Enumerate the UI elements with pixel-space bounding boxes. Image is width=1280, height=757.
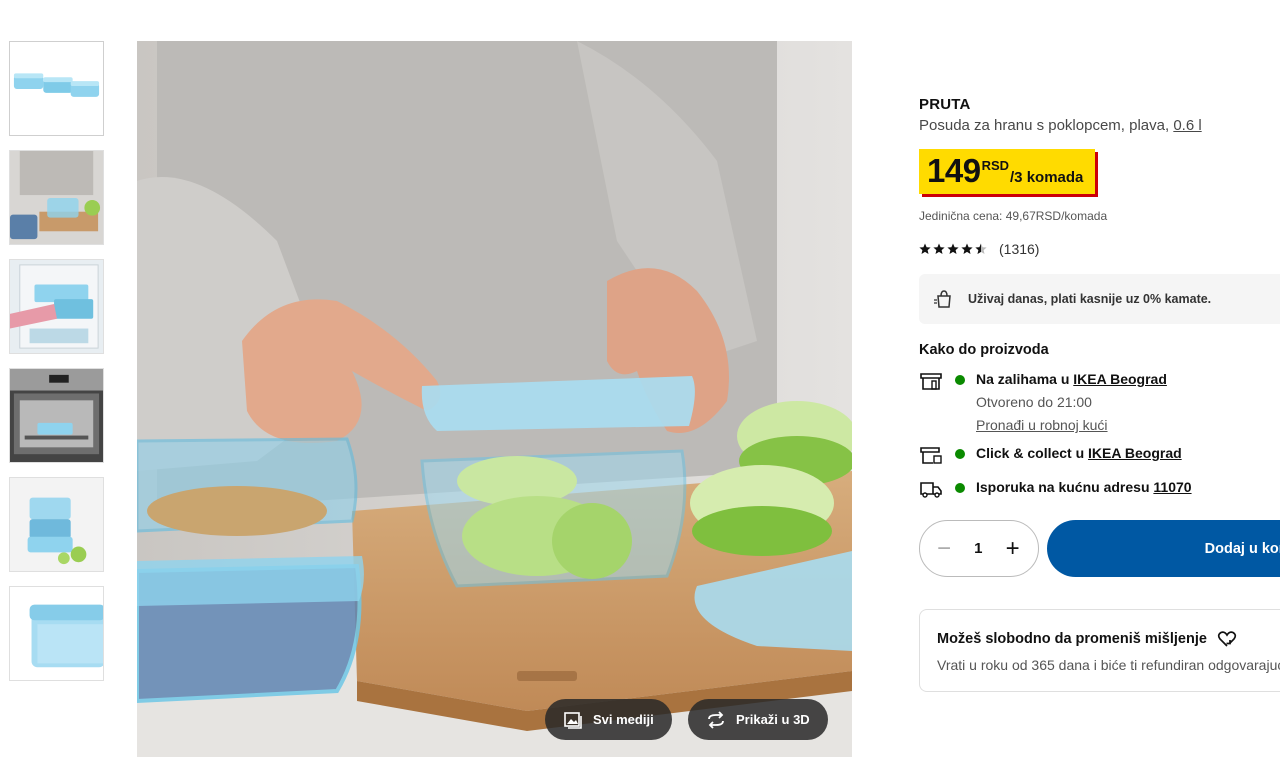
star-full-icon (961, 243, 973, 254)
product-main-image[interactable]: Svi mediji Prikaži u 3D (137, 41, 852, 757)
decrease-quantity-button[interactable]: − (937, 536, 951, 561)
thumbnail-product-4[interactable] (9, 368, 104, 463)
stock-status-dot (955, 375, 965, 385)
all-media-button[interactable]: Svi mediji (545, 699, 672, 740)
shopping-bag-icon (934, 290, 951, 308)
delivery-text: Isporuka na kućnu adresu 11070 (976, 479, 1192, 495)
delivery-prefix: Isporuka na kućnu adresu (976, 479, 1154, 495)
gallery-icon (564, 711, 582, 729)
store-icon (920, 373, 942, 390)
thumbnail-product-3[interactable] (9, 259, 104, 354)
product-page: Svi mediji Prikaži u 3D PRUTA Posuda za … (0, 0, 1280, 757)
collect-text: Click & collect u IKEA Beograd (976, 445, 1182, 461)
click-collect-icon (920, 447, 942, 464)
increase-quantity-button[interactable]: + (1006, 536, 1020, 561)
availability-title: Kako do proizvoda (919, 342, 1049, 358)
stock-prefix: Na zalihama u (976, 371, 1074, 387)
star-half-icon (975, 243, 987, 254)
collect-prefix: Click & collect u (976, 445, 1089, 461)
star-full-icon (933, 243, 945, 254)
delivery-zip-link[interactable]: 11070 (1153, 479, 1191, 495)
all-media-label: Svi mediji (593, 712, 654, 727)
price-unit: /3 komada (1010, 169, 1084, 186)
policy-title: Možeš slobodno da promeniš mišljenje (937, 631, 1207, 647)
store-hours: Otvoreno do 21:00 (976, 394, 1092, 410)
delivery-truck-icon (920, 482, 942, 498)
price-value: 149 (927, 152, 981, 189)
payment-promo-banner[interactable]: Uživaj danas, plati kasnije uz 0% kamate… (919, 274, 1280, 324)
thumbnail-product-2[interactable] (9, 150, 104, 245)
product-description: Posuda za hranu s poklopcem, plava, 0.6 … (919, 117, 1280, 134)
collect-store-link[interactable]: IKEA Beograd (1088, 445, 1182, 461)
stock-text: Na zalihama u IKEA Beograd (976, 371, 1167, 387)
quantity-value[interactable]: 1 (974, 540, 982, 557)
collect-status-dot (955, 449, 965, 459)
price-tag: 149 RSD /3 komada (919, 149, 1096, 194)
thumbnail-product-5[interactable] (9, 477, 104, 572)
policy-title-row: Možeš slobodno da promeniš mišljenje (937, 630, 1280, 648)
delivery-row: Isporuka na kućnu adresu 11070 (919, 479, 1280, 499)
purchase-controls: − 1 + Dodaj u korpu (919, 520, 1280, 577)
product-name: PRUTA (919, 96, 971, 113)
star-full-icon (919, 243, 931, 254)
thumbnail-product-6[interactable] (9, 586, 104, 681)
quantity-stepper: − 1 + (919, 520, 1039, 577)
product-size-link[interactable]: 0.6 l (1173, 117, 1201, 134)
view-3d-button[interactable]: Prikaži u 3D (688, 699, 828, 740)
policy-text: Vrati u roku od 365 dana i biće ti refun… (937, 657, 1280, 673)
store-stock-row: Na zalihama u IKEA Beograd (919, 371, 1280, 391)
price-currency: RSD (981, 158, 1010, 173)
view-3d-label: Prikaži u 3D (736, 712, 810, 727)
find-in-store-link[interactable]: Pronađi u robnoj kući (976, 417, 1280, 433)
star-full-icon (947, 243, 959, 254)
add-to-cart-label: Dodaj u korpu (1204, 540, 1280, 557)
add-to-cart-button[interactable]: Dodaj u korpu (1046, 520, 1280, 577)
unit-price: Jedinična cena: 49,67RSD/komada (919, 209, 1108, 223)
click-collect-row: Click & collect u IKEA Beograd (919, 445, 1280, 465)
stock-store-link[interactable]: IKEA Beograd (1073, 371, 1167, 387)
delivery-status-dot (955, 483, 965, 493)
product-info-panel: PRUTA Posuda za hranu s poklopcem, plava… (919, 96, 1280, 692)
rotate-3d-icon (708, 710, 724, 729)
thumbnail-list (9, 41, 105, 695)
heart-return-icon (1217, 631, 1237, 647)
promo-text: Uživaj danas, plati kasnije uz 0% kamate… (968, 292, 1212, 306)
product-description-text: Posuda za hranu s poklopcem, plava, (919, 117, 1170, 134)
thumbnail-product-1[interactable] (9, 41, 104, 136)
return-policy-card[interactable]: Možeš slobodno da promeniš mišljenje Vra… (919, 609, 1280, 692)
rating[interactable]: (1316) (919, 241, 1280, 257)
rating-count: (1316) (999, 241, 1040, 257)
